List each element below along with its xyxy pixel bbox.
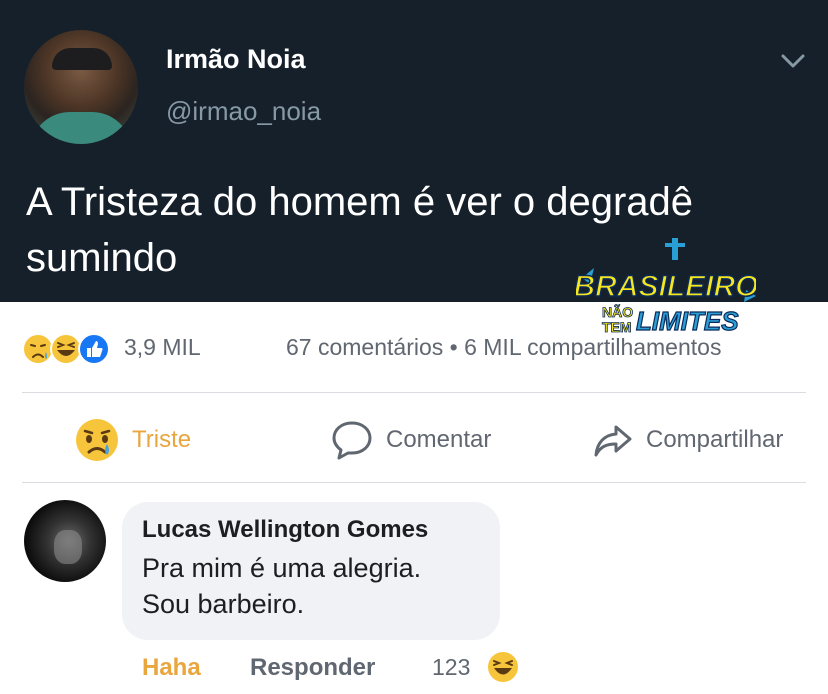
comment-meta: Haha Responder 123 (142, 650, 642, 686)
post-stats[interactable]: 67 comentários • 6 MIL compartilhamentos (286, 334, 721, 361)
haha-reaction-button[interactable]: Haha (142, 654, 201, 682)
sad-reaction-icon (76, 419, 118, 461)
chevron-down-icon[interactable] (778, 46, 808, 76)
comment-button[interactable]: Comentar (330, 414, 491, 466)
action-bar: Triste Comentar Compartilhar (0, 400, 828, 480)
triste-label: Triste (132, 426, 192, 453)
divider (22, 482, 806, 483)
like-icon (78, 333, 110, 365)
share-button[interactable]: Compartilhar (592, 414, 783, 466)
avatar-shirt-shape (30, 112, 132, 144)
watermark-line2a: NÃO (602, 303, 633, 320)
tweet-author-name[interactable]: Irmão Noia (166, 44, 306, 75)
comment-bubble: Lucas Wellington Gomes Pra mim é uma ale… (122, 502, 500, 640)
share-label: Compartilhar (646, 426, 784, 453)
watermark-line1: BRASILEIRO (576, 270, 756, 303)
tweet-author-handle[interactable]: @irmao_noia (166, 96, 321, 127)
avatar-figure-shape (54, 530, 82, 564)
sad-icon (22, 333, 54, 365)
comment-icon (332, 421, 372, 460)
haha-icon (50, 333, 82, 365)
tweet-avatar[interactable] (24, 30, 138, 144)
share-icon (594, 425, 632, 457)
triste-button[interactable]: Triste (74, 414, 191, 466)
divider (22, 392, 806, 393)
reaction-icons (22, 333, 110, 365)
reaction-count: 3,9 MIL (124, 334, 201, 360)
comment-text-line1: Pra mim é uma alegria. (142, 553, 422, 583)
haha-icon (488, 652, 518, 682)
comment-label: Comentar (386, 426, 492, 453)
reply-button[interactable]: Responder (250, 654, 375, 682)
comment-reaction-count[interactable]: 123 (432, 654, 470, 681)
comment-text-line2: Sou barbeiro. (142, 589, 305, 619)
comment-avatar[interactable] (24, 500, 106, 582)
comment-author[interactable]: Lucas Wellington Gomes (142, 516, 480, 544)
avatar-cap-shape (52, 48, 112, 70)
reaction-summary[interactable]: 3,9 MIL 67 comentários • 6 MIL compartil… (22, 328, 812, 368)
